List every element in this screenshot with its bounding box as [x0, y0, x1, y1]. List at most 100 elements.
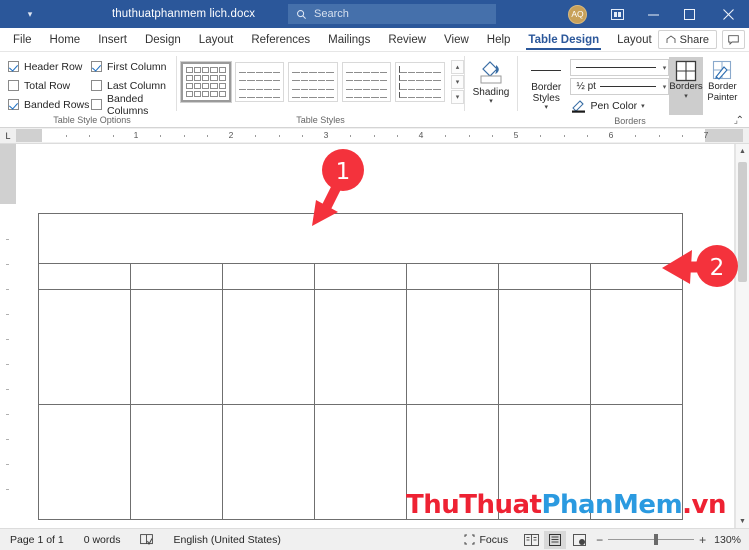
focus-mode-button[interactable]: Focus: [454, 534, 519, 546]
table-styles-gallery[interactable]: ▴ ▾ ▾: [177, 55, 464, 109]
tab-design[interactable]: Design: [136, 28, 190, 51]
table-cell[interactable]: [406, 263, 499, 290]
border-painter-button[interactable]: Border Painter: [703, 57, 742, 115]
checkbox-banded-columns[interactable]: Banded Columns: [91, 93, 184, 117]
zoom-slider[interactable]: − +: [596, 534, 706, 546]
checkbox-banded-rows[interactable]: Banded Rows: [8, 95, 91, 114]
tab-table-layout[interactable]: Layout: [608, 28, 661, 51]
table-cell[interactable]: [590, 289, 683, 405]
shading-caret-icon[interactable]: ▾: [489, 98, 493, 105]
borders-caret-icon[interactable]: ▾: [684, 93, 688, 100]
zoom-in-button[interactable]: +: [699, 534, 706, 546]
table-cell[interactable]: [314, 263, 407, 290]
checkbox-banded-rows-box[interactable]: [8, 99, 19, 110]
comments-button[interactable]: [722, 30, 745, 49]
word-count[interactable]: 0 words: [74, 534, 131, 546]
table-cell[interactable]: [38, 289, 131, 405]
checkbox-first-column[interactable]: First Column: [91, 57, 184, 76]
table-row[interactable]: [38, 289, 683, 405]
proofing-status-button[interactable]: [130, 533, 163, 546]
table-style-thumb-1[interactable]: [234, 62, 285, 102]
scroll-down-arrow[interactable]: ▼: [736, 514, 749, 528]
table-row-merged-header[interactable]: [38, 213, 683, 264]
minimize-button[interactable]: [635, 0, 671, 28]
table-cell[interactable]: [222, 289, 315, 405]
table-row[interactable]: [38, 263, 683, 290]
gallery-scroll-down-button[interactable]: ▾: [451, 75, 464, 89]
avatar[interactable]: AQ: [568, 4, 587, 24]
border-styles-caret-icon[interactable]: ▾: [544, 104, 548, 111]
maximize-button[interactable]: [671, 0, 707, 28]
line-style-dropdown[interactable]: ▾: [570, 59, 670, 76]
gallery-more-button[interactable]: ▾: [451, 90, 464, 104]
borders-button[interactable]: Borders ▾: [669, 57, 703, 115]
checkbox-total-row[interactable]: Total Row: [8, 76, 91, 95]
table-cell[interactable]: [130, 263, 223, 290]
document-table[interactable]: [38, 213, 683, 520]
tab-layout[interactable]: Layout: [190, 28, 243, 51]
table-cell[interactable]: [38, 263, 131, 290]
tab-file[interactable]: File: [0, 28, 41, 51]
table-cell[interactable]: [498, 289, 591, 405]
tab-references[interactable]: References: [242, 28, 319, 51]
quick-access-toolbar[interactable]: ▾: [0, 0, 60, 28]
close-button[interactable]: [707, 0, 749, 28]
tab-stop-selector[interactable]: L: [0, 128, 16, 144]
table-cell-merged-header[interactable]: [38, 213, 683, 264]
tab-insert[interactable]: Insert: [89, 28, 136, 51]
checkbox-last-column-box[interactable]: [91, 80, 102, 91]
tab-mailings[interactable]: Mailings: [319, 28, 379, 51]
tab-home[interactable]: Home: [41, 28, 90, 51]
checkbox-first-column-box[interactable]: [91, 61, 102, 72]
print-layout-button[interactable]: [544, 530, 567, 549]
table-style-thumb-3[interactable]: [341, 62, 392, 102]
scrollbar-thumb[interactable]: [738, 162, 747, 282]
pen-color-button[interactable]: Pen Color ▾: [570, 97, 669, 115]
table-cell[interactable]: [130, 404, 223, 520]
table-cell[interactable]: [314, 404, 407, 520]
read-mode-button[interactable]: [520, 531, 542, 549]
ruler-track[interactable]: 1 2 3 4 5 6 7: [16, 129, 743, 142]
vertical-scrollbar[interactable]: ▲ ▼: [735, 144, 749, 528]
zoom-track[interactable]: [608, 534, 695, 545]
vertical-ruler[interactable]: [0, 144, 16, 528]
table-cell[interactable]: [222, 404, 315, 520]
language-indicator[interactable]: English (United States): [163, 534, 290, 546]
border-styles-button[interactable]: Border Styles ▾: [522, 57, 570, 115]
table-cell[interactable]: [406, 289, 499, 405]
zoom-handle[interactable]: [654, 534, 659, 545]
checkbox-banded-columns-box[interactable]: [91, 99, 102, 110]
table-style-thumb-2[interactable]: [288, 62, 338, 102]
zoom-out-button[interactable]: −: [596, 534, 603, 546]
tab-table-design[interactable]: Table Design: [519, 28, 608, 51]
line-style-caret-icon[interactable]: ▾: [660, 64, 667, 72]
tab-help[interactable]: Help: [478, 28, 520, 51]
ribbon-display-options-button[interactable]: [599, 0, 635, 28]
zoom-level[interactable]: 130%: [714, 534, 741, 546]
scroll-up-arrow[interactable]: ▲: [736, 144, 749, 158]
line-weight-caret-icon[interactable]: ▾: [660, 83, 667, 91]
document-page[interactable]: ThuThuatPhanMem.vn: [16, 144, 735, 528]
table-cell[interactable]: [130, 289, 223, 405]
page-indicator[interactable]: Page 1 of 1: [0, 534, 74, 546]
share-button[interactable]: Share: [657, 30, 717, 49]
quick-access-caret-icon[interactable]: ▾: [28, 9, 33, 19]
table-style-thumb-0[interactable]: [180, 61, 232, 103]
collapse-ribbon-button[interactable]: ⌃: [736, 115, 744, 126]
table-cell[interactable]: [314, 289, 407, 405]
web-layout-button[interactable]: [568, 531, 590, 549]
tab-view[interactable]: View: [435, 28, 478, 51]
line-weight-dropdown[interactable]: ½ pt ▾: [570, 78, 670, 95]
table-cell[interactable]: [38, 404, 131, 520]
checkbox-header-row[interactable]: Header Row: [8, 57, 91, 76]
search-box[interactable]: Search: [288, 4, 496, 24]
pen-color-caret-icon[interactable]: ▾: [641, 103, 645, 110]
checkbox-total-row-box[interactable]: [8, 80, 19, 91]
shading-button[interactable]: Shading ▾: [465, 55, 517, 113]
table-cell[interactable]: [498, 263, 591, 290]
checkbox-header-row-box[interactable]: [8, 61, 19, 72]
gallery-scroll-up-button[interactable]: ▴: [451, 60, 464, 74]
table-cell[interactable]: [222, 263, 315, 290]
table-style-thumb-4[interactable]: [395, 62, 445, 102]
tab-review[interactable]: Review: [379, 28, 435, 51]
